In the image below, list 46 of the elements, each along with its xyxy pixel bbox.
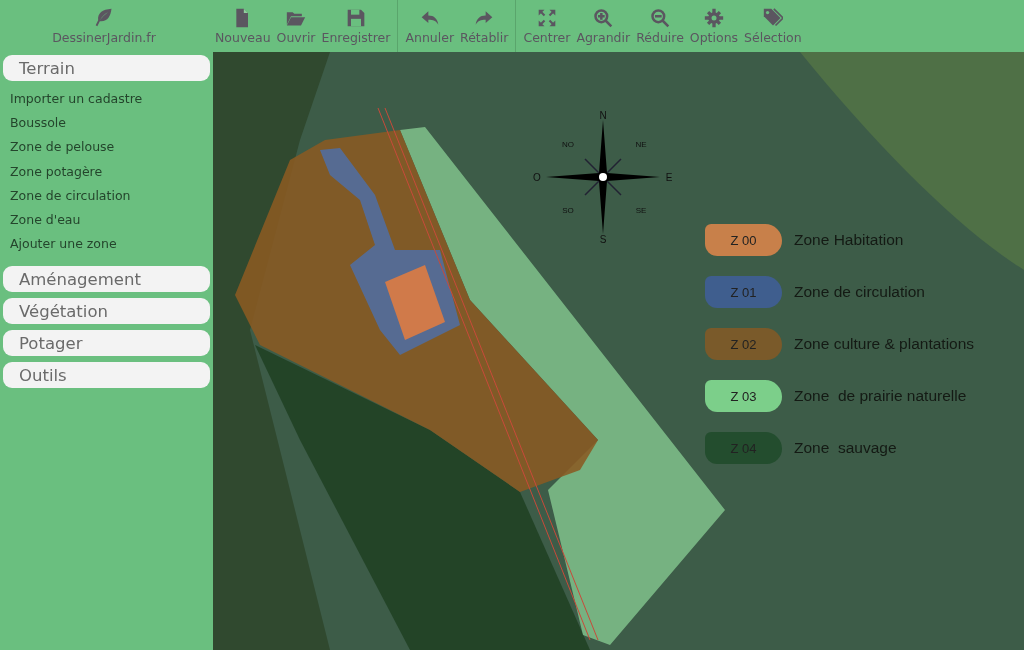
compass-label: O [533,172,541,183]
zone-swatch: Z 00 [705,224,782,256]
toolbar-button[interactable]: Agrandir [573,0,634,52]
legend-label: Zone sauvage [794,439,897,457]
section-header[interactable]: Terrain [3,55,210,81]
legend-label: Zone Habitation [794,231,904,249]
menu-item[interactable]: Zone de pelouse [10,135,210,160]
zone-swatch: Z 01 [705,276,782,308]
menu-item[interactable]: Boussole [10,111,210,136]
legend-label: Zone culture & plantations [794,335,975,353]
legend-label: Zone de prairie naturelle [794,387,967,405]
toolbar-button[interactable]: Sélection [741,0,805,52]
zone-swatch: Z 03 [705,380,782,412]
expand-arrows-icon [536,7,557,28]
zone-swatch: Z 02 [705,328,782,360]
compass-label: NE [635,140,647,149]
toolbar-button[interactable]: Annuler [402,0,458,52]
compass-label: N [599,110,607,121]
menu-item[interactable]: Ajouter une zone [10,232,210,257]
toolbar-button[interactable]: Réduire [633,0,687,52]
menu-item[interactable]: Zone d'eau [10,207,210,233]
toolbar-button[interactable]: Rétablir [457,0,512,52]
compass-label: SO [562,206,574,215]
zoom-in-icon [593,7,614,28]
brand-name: DessinerJardin.fr [52,30,156,45]
settings-icon [703,7,724,28]
floppy-icon [345,7,366,28]
section-header[interactable]: Aménagement [3,266,210,293]
section-header[interactable]: Outils [3,362,210,389]
menu-item[interactable]: Zone potagère [10,159,210,184]
leaf-icon [94,7,114,27]
toolbar-button[interactable]: Enregistrer [318,0,394,52]
compass-label: E [665,172,673,183]
toolbar-button[interactable]: Options [686,0,742,52]
menu-item[interactable]: Zone de circulation [10,183,210,208]
section-header[interactable]: Végétation [3,298,210,325]
zoom-out-icon [650,7,670,28]
section-header[interactable]: Potager [3,330,210,357]
compass-label: NO [562,140,574,149]
compass-label: S [599,234,607,244]
menu-item[interactable]: Importer un cadastre [10,87,210,112]
legend-label: Zone de circulation [794,283,925,301]
tag-icon [762,7,783,28]
toolbar-button[interactable]: Nouveau [212,0,274,52]
toolbar-button[interactable]: Ouvrir [273,0,319,52]
toolbar-button[interactable]: Centrer [520,0,574,52]
